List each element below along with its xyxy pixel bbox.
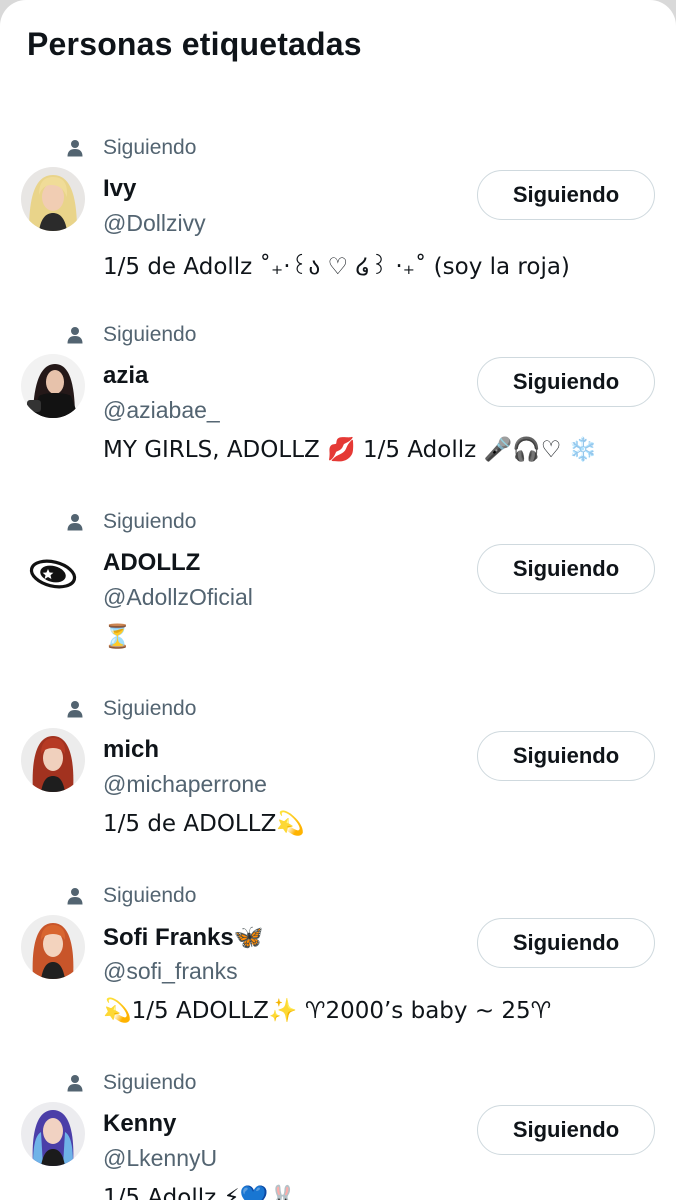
user-row[interactable]: Siguiendo Sofi Franks🦋 @sofi_franks 💫1/5… — [0, 873, 676, 1060]
person-icon — [67, 327, 83, 344]
following-button[interactable]: Siguiendo — [477, 918, 655, 968]
person-icon — [67, 1075, 83, 1092]
user-bio: 1/5 de Adollz ˚₊‧꒰ა ♡ ໒꒱ ‧₊˚ (soy la roj… — [103, 254, 570, 280]
user-handle[interactable]: @Dollzivy — [103, 210, 206, 237]
person-icon — [67, 888, 83, 905]
context-label: Siguiendo — [103, 323, 197, 346]
user-bio: 1/5 de ADOLLZ💫 — [103, 811, 305, 837]
following-button[interactable]: Siguiendo — [477, 544, 655, 594]
user-row[interactable]: Siguiendo mich @michaperrone 1/5 de ADOL… — [0, 686, 676, 873]
display-name[interactable]: azia — [103, 362, 148, 390]
user-handle[interactable]: @aziabae_ — [103, 397, 220, 424]
display-name[interactable]: ADOLLZ — [103, 549, 200, 577]
user-handle[interactable]: @michaperrone — [103, 771, 267, 798]
avatar[interactable] — [21, 541, 85, 605]
display-name[interactable]: mich — [103, 736, 159, 764]
user-handle[interactable]: @AdollzOficial — [103, 584, 253, 611]
user-bio: ⏳ — [103, 624, 132, 650]
user-row[interactable]: Siguiendo azia @aziabae_ MY GIRLS, ADOLL… — [0, 312, 676, 499]
person-icon — [67, 140, 83, 157]
display-name[interactable]: Kenny — [103, 1110, 176, 1138]
avatar[interactable] — [21, 354, 85, 418]
context-label: Siguiendo — [103, 1071, 197, 1094]
following-button[interactable]: Siguiendo — [477, 170, 655, 220]
user-bio: MY GIRLS, ADOLLZ 💋 1/5 Adollz 🎤🎧♡ ❄️ — [103, 437, 598, 463]
user-row[interactable]: Siguiendo Ivy @Dollzivy 1/5 de Adollz ˚₊… — [0, 125, 676, 312]
display-name[interactable]: Ivy — [103, 175, 136, 203]
following-context: Siguiendo — [66, 1070, 196, 1096]
following-context: Siguiendo — [66, 322, 196, 348]
avatar[interactable] — [21, 728, 85, 792]
person-icon — [67, 701, 83, 718]
context-label: Siguiendo — [103, 136, 197, 159]
following-context: Siguiendo — [66, 135, 196, 161]
following-context: Siguiendo — [66, 509, 196, 535]
user-handle[interactable]: @sofi_franks — [103, 958, 238, 985]
tagged-people-sheet: Personas etiquetadas Siguiendo Ivy @Doll… — [0, 0, 676, 1200]
page-title: Personas etiquetadas — [27, 26, 362, 62]
context-label: Siguiendo — [103, 697, 197, 720]
user-handle[interactable]: @LkennyU — [103, 1145, 217, 1172]
user-list: Siguiendo Ivy @Dollzivy 1/5 de Adollz ˚₊… — [0, 125, 676, 1200]
context-label: Siguiendo — [103, 884, 197, 907]
user-row[interactable]: Siguiendo Kenny @LkennyU 1/5 Adollz ⚡💙🐰 … — [0, 1060, 676, 1200]
following-context: Siguiendo — [66, 883, 196, 909]
following-context: Siguiendo — [66, 696, 196, 722]
user-bio: 1/5 Adollz ⚡💙🐰 — [103, 1185, 297, 1200]
user-bio: 💫1/5 ADOLLZ✨ ♈2000’s baby ~ 25♈ — [103, 998, 552, 1024]
avatar[interactable] — [21, 167, 85, 231]
avatar[interactable] — [21, 915, 85, 979]
person-icon — [67, 514, 83, 531]
display-name[interactable]: Sofi Franks🦋 — [103, 923, 264, 952]
context-label: Siguiendo — [103, 510, 197, 533]
avatar[interactable] — [21, 1102, 85, 1166]
following-button[interactable]: Siguiendo — [477, 731, 655, 781]
following-button[interactable]: Siguiendo — [477, 1105, 655, 1155]
user-row[interactable]: Siguiendo ADOLLZ @AdollzOficial ⏳ Siguie… — [0, 499, 676, 686]
following-button[interactable]: Siguiendo — [477, 357, 655, 407]
